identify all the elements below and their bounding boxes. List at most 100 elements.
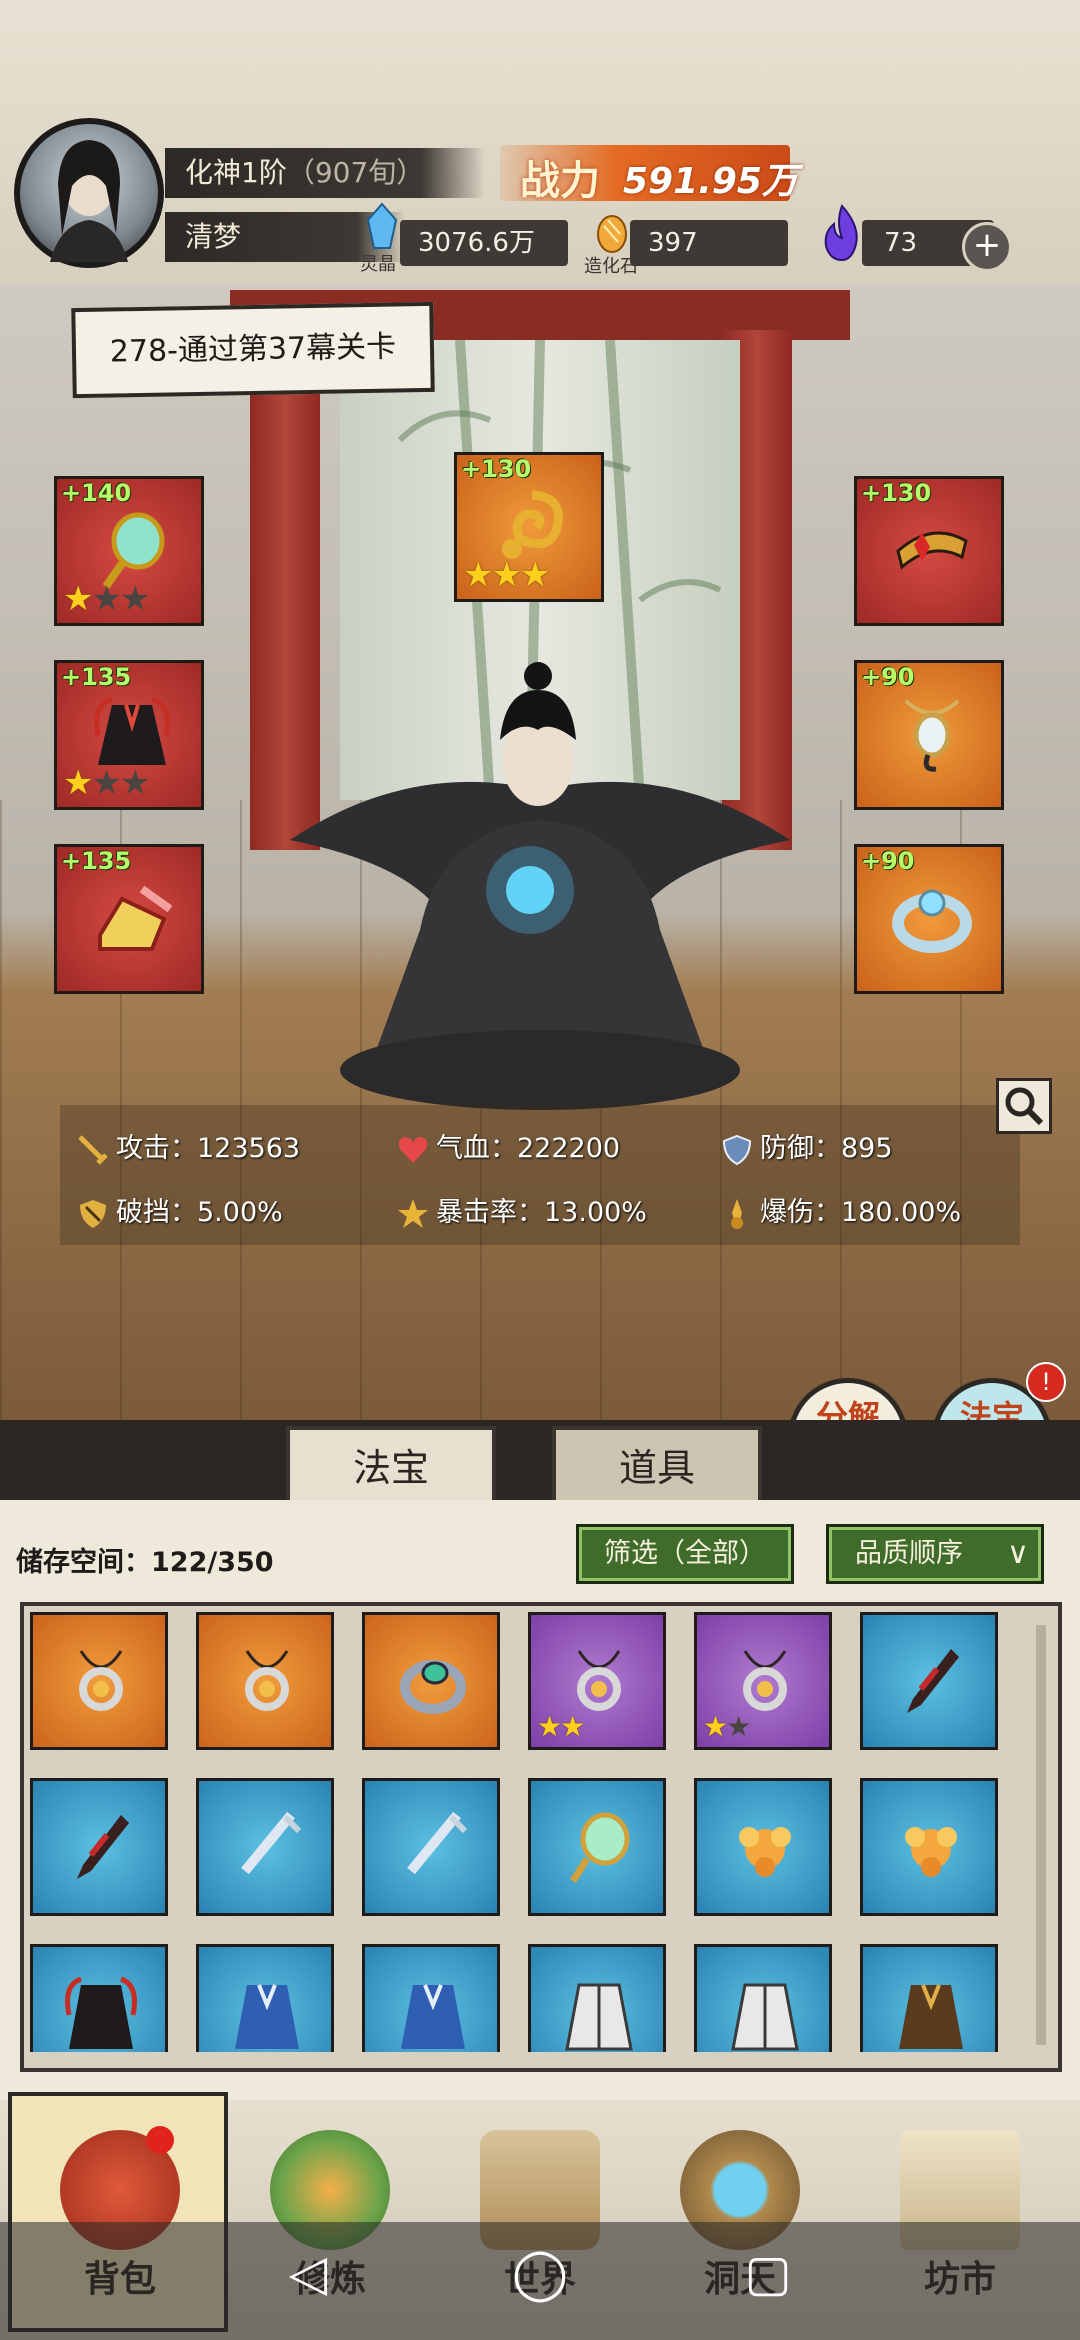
realm-age-text: （907旬） [286, 156, 425, 189]
equip-slot-right-1[interactable]: +130 [854, 476, 1004, 626]
inventory-item[interactable] [528, 1778, 666, 1916]
inventory-item[interactable] [528, 1944, 666, 2052]
stat-defense-value: 895 [841, 1133, 893, 1164]
system-recent-button[interactable]: ▢ [728, 2244, 808, 2302]
equip-bonus: +90 [861, 663, 915, 691]
flame-icon [816, 202, 868, 268]
shield-icon [722, 1134, 752, 1165]
currency-stone-value: 397 [648, 228, 698, 258]
stat-crit-rate-label: 暴击率： [436, 1197, 544, 1228]
equip-slot-left-3[interactable]: +135 [54, 844, 204, 994]
notification-badge: ! [1026, 1362, 1066, 1402]
currency-stone-name: 造化石 [584, 256, 638, 277]
flower-crown-icon [905, 1827, 957, 1877]
equip-slot-top[interactable]: +130 ★★★ [454, 452, 604, 602]
plus-icon: + [972, 225, 1002, 265]
pendant-icon [577, 1650, 621, 1711]
headband-icon [896, 531, 968, 570]
dagger-icon [77, 1815, 129, 1879]
equip-slot-left-2[interactable]: +135 ★★★ [54, 660, 204, 810]
flower-crown-icon [739, 1827, 791, 1877]
sword-icon [407, 1811, 468, 1875]
stat-crit-rate-value: 13.00% [544, 1197, 647, 1228]
white-robe-icon [565, 1983, 633, 2051]
white-robe-icon [731, 1983, 799, 2051]
inventory-item[interactable] [196, 1612, 334, 1750]
inventory-item[interactable] [30, 1778, 168, 1916]
blue-robe-icon [401, 1984, 465, 2049]
inventory-item[interactable] [362, 1778, 500, 1916]
currency-flame-value: 73 [884, 228, 918, 258]
star-rating: ★★ [537, 1710, 585, 1743]
inventory-item[interactable] [196, 1944, 334, 2052]
player-name-text: 清梦 [185, 220, 242, 253]
stat-break: 破挡：5.00% [76, 1190, 283, 1231]
inventory-item[interactable] [860, 1612, 998, 1750]
equip-bonus: +140 [61, 479, 132, 507]
magnifier-icon [1005, 1087, 1044, 1126]
equip-slot-right-2[interactable]: +90 [854, 660, 1004, 810]
break-icon [80, 1199, 106, 1228]
system-back-button[interactable]: ◁ [268, 2244, 348, 2302]
ring-icon [400, 1660, 466, 1714]
stat-crit-rate: 暴击率：13.00% [396, 1190, 647, 1231]
realm-text: 化神1阶 [185, 156, 287, 189]
star-rating: ★★★ [63, 579, 150, 619]
boot-icon [98, 885, 172, 951]
inventory-item[interactable] [860, 1778, 998, 1916]
portrait-icon [50, 140, 128, 262]
system-home-button[interactable]: ◯ [500, 2244, 580, 2302]
equip-slot-left-1[interactable]: +140 ★★★ [54, 476, 204, 626]
inventory-item[interactable] [30, 1612, 168, 1750]
inventory-item[interactable] [196, 1778, 334, 1916]
sword-icon [78, 1134, 108, 1165]
storage-capacity-value: 122/350 [151, 1547, 274, 1578]
inventory-item[interactable]: ★★ [694, 1612, 832, 1750]
cultivator-icon [290, 662, 790, 1110]
filter-button[interactable]: 筛选（全部） [576, 1524, 794, 1584]
inventory-grid: ★★ ★★ [30, 1612, 1030, 2052]
stat-attack: 攻击：123563 [76, 1126, 300, 1167]
stat-hp-label: 气血： [436, 1133, 517, 1164]
inventory-item[interactable] [694, 1778, 832, 1916]
currency-crystal-name: 灵晶 [360, 254, 396, 275]
sort-dropdown[interactable]: 品质顺序 ∨ [826, 1524, 1044, 1584]
currency-stone: 397 [630, 220, 788, 266]
stat-attack-label: 攻击： [116, 1133, 197, 1164]
storage-capacity: 储存空间：122/350 [16, 1540, 274, 1579]
pendant-icon [245, 1650, 289, 1711]
player-avatar[interactable] [14, 118, 164, 268]
crit-dmg-icon [731, 1198, 743, 1229]
inventory-item[interactable] [30, 1944, 168, 2052]
combat-power-label: 战力 [520, 158, 600, 204]
star-rating: ★★ [703, 1710, 751, 1743]
sort-label: 品质顺序 [855, 1538, 963, 1569]
combat-power-value: 591.95万 [623, 161, 798, 202]
sword-icon [241, 1811, 302, 1875]
crit-icon [398, 1198, 428, 1228]
equip-slot-right-3[interactable]: +90 [854, 844, 1004, 994]
equip-bonus: +135 [61, 847, 132, 875]
zoom-view-button[interactable] [996, 1078, 1052, 1134]
stat-crit-damage-label: 爆伤： [760, 1197, 841, 1228]
equip-bonus: +130 [861, 479, 932, 507]
stat-defense-label: 防御： [760, 1133, 841, 1164]
inventory-item[interactable]: ★★ [528, 1612, 666, 1750]
inventory-scrollbar[interactable] [1036, 1625, 1046, 2045]
quest-banner[interactable]: 278-通过第37幕关卡 [71, 301, 435, 399]
realm-label: 化神1阶（907旬） [165, 148, 485, 198]
equip-bonus: +135 [61, 663, 132, 691]
add-currency-button[interactable]: + [962, 222, 1012, 272]
dagger-icon [907, 1649, 959, 1713]
stat-hp: 气血：222200 [396, 1126, 620, 1167]
star-rating: ★★★ [463, 555, 550, 595]
brown-robe-icon [899, 1984, 963, 2049]
inventory-item[interactable] [362, 1944, 500, 2052]
inventory-item[interactable] [362, 1612, 500, 1750]
inventory-item[interactable] [694, 1944, 832, 2052]
stat-defense: 防御：895 [720, 1126, 893, 1167]
inventory-item[interactable] [860, 1944, 998, 2052]
equip-bonus: +130 [461, 455, 532, 483]
robe-icon [65, 1976, 137, 2049]
equip-bonus: +90 [861, 847, 915, 875]
